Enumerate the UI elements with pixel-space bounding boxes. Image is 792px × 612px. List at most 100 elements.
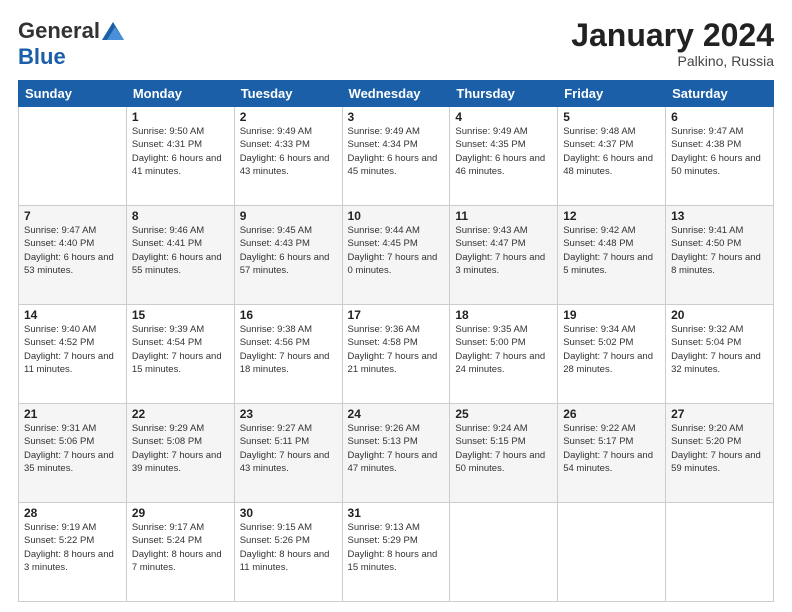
table-row: 3 Sunrise: 9:49 AM Sunset: 4:34 PM Dayli… xyxy=(342,107,450,206)
table-row: 19 Sunrise: 9:34 AM Sunset: 5:02 PM Dayl… xyxy=(558,305,666,404)
table-row: 15 Sunrise: 9:39 AM Sunset: 4:54 PM Dayl… xyxy=(126,305,234,404)
sunset-time: Sunset: 4:56 PM xyxy=(240,337,310,348)
table-row: 6 Sunrise: 9:47 AM Sunset: 4:38 PM Dayli… xyxy=(666,107,774,206)
calendar-week-row: 14 Sunrise: 9:40 AM Sunset: 4:52 PM Dayl… xyxy=(19,305,774,404)
sunrise-time: Sunrise: 9:41 AM xyxy=(671,225,743,236)
day-info: Sunrise: 9:32 AM Sunset: 5:04 PM Dayligh… xyxy=(671,323,768,376)
sunrise-time: Sunrise: 9:24 AM xyxy=(455,423,527,434)
sunset-time: Sunset: 4:50 PM xyxy=(671,238,741,249)
sunrise-time: Sunrise: 9:44 AM xyxy=(348,225,420,236)
day-number: 13 xyxy=(671,209,768,223)
day-info: Sunrise: 9:49 AM Sunset: 4:33 PM Dayligh… xyxy=(240,125,337,178)
day-info: Sunrise: 9:44 AM Sunset: 4:45 PM Dayligh… xyxy=(348,224,445,277)
calendar-week-row: 7 Sunrise: 9:47 AM Sunset: 4:40 PM Dayli… xyxy=(19,206,774,305)
day-info: Sunrise: 9:27 AM Sunset: 5:11 PM Dayligh… xyxy=(240,422,337,475)
sunset-time: Sunset: 4:47 PM xyxy=(455,238,525,249)
day-number: 11 xyxy=(455,209,552,223)
table-row: 20 Sunrise: 9:32 AM Sunset: 5:04 PM Dayl… xyxy=(666,305,774,404)
sunset-time: Sunset: 5:20 PM xyxy=(671,436,741,447)
day-info: Sunrise: 9:29 AM Sunset: 5:08 PM Dayligh… xyxy=(132,422,229,475)
daylight-hours: Daylight: 7 hours and 18 minutes. xyxy=(240,351,330,375)
daylight-hours: Daylight: 6 hours and 57 minutes. xyxy=(240,252,330,276)
table-row: 14 Sunrise: 9:40 AM Sunset: 4:52 PM Dayl… xyxy=(19,305,127,404)
daylight-hours: Daylight: 7 hours and 3 minutes. xyxy=(455,252,545,276)
col-friday: Friday xyxy=(558,81,666,107)
sunrise-time: Sunrise: 9:49 AM xyxy=(348,126,420,137)
sunset-time: Sunset: 4:52 PM xyxy=(24,337,94,348)
day-number: 22 xyxy=(132,407,229,421)
col-saturday: Saturday xyxy=(666,81,774,107)
sunset-time: Sunset: 5:00 PM xyxy=(455,337,525,348)
table-row: 5 Sunrise: 9:48 AM Sunset: 4:37 PM Dayli… xyxy=(558,107,666,206)
day-info: Sunrise: 9:22 AM Sunset: 5:17 PM Dayligh… xyxy=(563,422,660,475)
sunrise-time: Sunrise: 9:49 AM xyxy=(240,126,312,137)
sunrise-time: Sunrise: 9:15 AM xyxy=(240,522,312,533)
sunset-time: Sunset: 5:15 PM xyxy=(455,436,525,447)
sunrise-time: Sunrise: 9:26 AM xyxy=(348,423,420,434)
table-row: 27 Sunrise: 9:20 AM Sunset: 5:20 PM Dayl… xyxy=(666,404,774,503)
daylight-hours: Daylight: 6 hours and 41 minutes. xyxy=(132,153,222,177)
sunset-time: Sunset: 5:04 PM xyxy=(671,337,741,348)
daylight-hours: Daylight: 7 hours and 21 minutes. xyxy=(348,351,438,375)
col-thursday: Thursday xyxy=(450,81,558,107)
day-number: 18 xyxy=(455,308,552,322)
day-number: 10 xyxy=(348,209,445,223)
sunrise-time: Sunrise: 9:13 AM xyxy=(348,522,420,533)
sunset-time: Sunset: 4:33 PM xyxy=(240,139,310,150)
calendar-week-row: 21 Sunrise: 9:31 AM Sunset: 5:06 PM Dayl… xyxy=(19,404,774,503)
day-info: Sunrise: 9:15 AM Sunset: 5:26 PM Dayligh… xyxy=(240,521,337,574)
day-number: 25 xyxy=(455,407,552,421)
calendar-week-row: 28 Sunrise: 9:19 AM Sunset: 5:22 PM Dayl… xyxy=(19,503,774,602)
sunrise-time: Sunrise: 9:38 AM xyxy=(240,324,312,335)
day-info: Sunrise: 9:45 AM Sunset: 4:43 PM Dayligh… xyxy=(240,224,337,277)
sunrise-time: Sunrise: 9:47 AM xyxy=(671,126,743,137)
table-row: 12 Sunrise: 9:42 AM Sunset: 4:48 PM Dayl… xyxy=(558,206,666,305)
sunset-time: Sunset: 5:06 PM xyxy=(24,436,94,447)
daylight-hours: Daylight: 7 hours and 47 minutes. xyxy=(348,450,438,474)
sunrise-time: Sunrise: 9:43 AM xyxy=(455,225,527,236)
day-number: 9 xyxy=(240,209,337,223)
sunrise-time: Sunrise: 9:17 AM xyxy=(132,522,204,533)
sunrise-time: Sunrise: 9:48 AM xyxy=(563,126,635,137)
table-row: 4 Sunrise: 9:49 AM Sunset: 4:35 PM Dayli… xyxy=(450,107,558,206)
sunset-time: Sunset: 4:38 PM xyxy=(671,139,741,150)
table-row: 18 Sunrise: 9:35 AM Sunset: 5:00 PM Dayl… xyxy=(450,305,558,404)
day-number: 29 xyxy=(132,506,229,520)
logo-icon xyxy=(102,22,124,40)
day-info: Sunrise: 9:40 AM Sunset: 4:52 PM Dayligh… xyxy=(24,323,121,376)
day-info: Sunrise: 9:49 AM Sunset: 4:34 PM Dayligh… xyxy=(348,125,445,178)
daylight-hours: Daylight: 6 hours and 53 minutes. xyxy=(24,252,114,276)
table-row: 11 Sunrise: 9:43 AM Sunset: 4:47 PM Dayl… xyxy=(450,206,558,305)
day-info: Sunrise: 9:24 AM Sunset: 5:15 PM Dayligh… xyxy=(455,422,552,475)
table-row xyxy=(558,503,666,602)
day-number: 19 xyxy=(563,308,660,322)
table-row: 26 Sunrise: 9:22 AM Sunset: 5:17 PM Dayl… xyxy=(558,404,666,503)
daylight-hours: Daylight: 7 hours and 43 minutes. xyxy=(240,450,330,474)
logo-general-text: General xyxy=(18,18,100,44)
sunrise-time: Sunrise: 9:22 AM xyxy=(563,423,635,434)
daylight-hours: Daylight: 6 hours and 55 minutes. xyxy=(132,252,222,276)
day-info: Sunrise: 9:47 AM Sunset: 4:38 PM Dayligh… xyxy=(671,125,768,178)
day-number: 24 xyxy=(348,407,445,421)
daylight-hours: Daylight: 7 hours and 50 minutes. xyxy=(455,450,545,474)
sunset-time: Sunset: 4:48 PM xyxy=(563,238,633,249)
day-number: 23 xyxy=(240,407,337,421)
day-number: 28 xyxy=(24,506,121,520)
sunrise-time: Sunrise: 9:47 AM xyxy=(24,225,96,236)
sunset-time: Sunset: 4:43 PM xyxy=(240,238,310,249)
table-row: 2 Sunrise: 9:49 AM Sunset: 4:33 PM Dayli… xyxy=(234,107,342,206)
location: Palkino, Russia xyxy=(571,53,774,69)
sunrise-time: Sunrise: 9:20 AM xyxy=(671,423,743,434)
sunset-time: Sunset: 4:37 PM xyxy=(563,139,633,150)
daylight-hours: Daylight: 8 hours and 15 minutes. xyxy=(348,549,438,573)
daylight-hours: Daylight: 6 hours and 45 minutes. xyxy=(348,153,438,177)
daylight-hours: Daylight: 7 hours and 8 minutes. xyxy=(671,252,761,276)
calendar-week-row: 1 Sunrise: 9:50 AM Sunset: 4:31 PM Dayli… xyxy=(19,107,774,206)
col-sunday: Sunday xyxy=(19,81,127,107)
day-info: Sunrise: 9:17 AM Sunset: 5:24 PM Dayligh… xyxy=(132,521,229,574)
header: General Blue January 2024 Palkino, Russi… xyxy=(18,18,774,70)
daylight-hours: Daylight: 7 hours and 5 minutes. xyxy=(563,252,653,276)
daylight-hours: Daylight: 7 hours and 59 minutes. xyxy=(671,450,761,474)
day-number: 6 xyxy=(671,110,768,124)
sunrise-time: Sunrise: 9:29 AM xyxy=(132,423,204,434)
